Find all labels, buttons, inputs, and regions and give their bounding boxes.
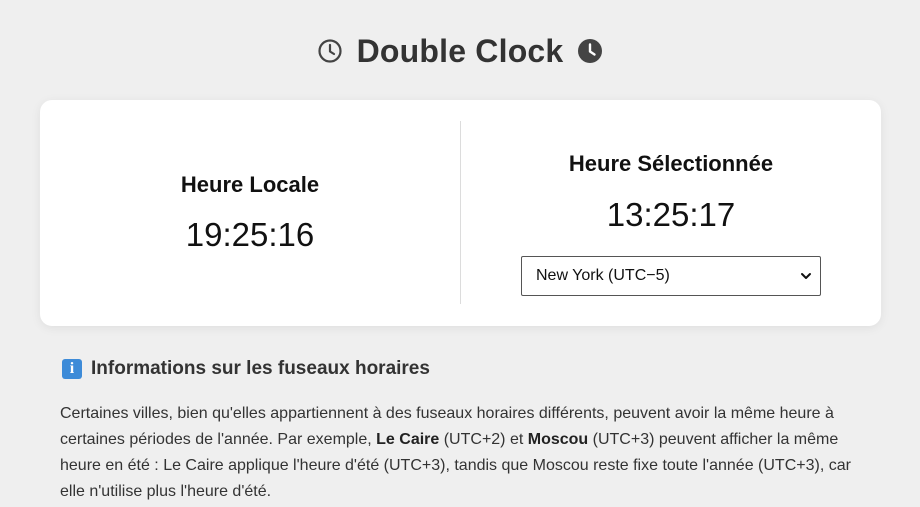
selected-clock-panel: Heure Sélectionnée 13:25:17 New York (UT… (461, 100, 881, 326)
local-time-value: 19:25:16 (185, 216, 315, 253)
selected-time-value: 13:25:17 (606, 196, 736, 233)
info-icon: i (62, 359, 82, 379)
info-paragraph: Certaines villes, bien qu'elles appartie… (60, 401, 860, 505)
clock-outline-icon (317, 38, 343, 64)
selected-time-label: Heure Sélectionnée (568, 151, 774, 176)
local-clock-panel: Heure Locale 19:25:16 (40, 100, 460, 326)
local-time-label: Heure Locale (180, 172, 320, 197)
info-title: Informations sur les fuseaux horaires (91, 358, 430, 379)
page: Double Clock Heure Locale 19:25:16 Heure… (0, 0, 920, 507)
info-section-header: i Informations sur les fuseaux horaires (62, 358, 430, 380)
chevron-down-icon (800, 270, 812, 282)
city-moscow: Moscou (527, 431, 589, 448)
timezone-select[interactable]: New York (UTC−5) (521, 256, 821, 296)
timezone-select-value: New York (UTC−5) (536, 267, 670, 284)
info-text-part-2: (UTC+2) et (439, 431, 528, 448)
page-title: Double Clock (356, 32, 564, 69)
clock-filled-icon (577, 38, 603, 64)
city-cairo: Le Caire (376, 431, 440, 448)
header: Double Clock (0, 31, 920, 71)
clocks-card: Heure Locale 19:25:16 Heure Sélectionnée… (40, 100, 881, 326)
